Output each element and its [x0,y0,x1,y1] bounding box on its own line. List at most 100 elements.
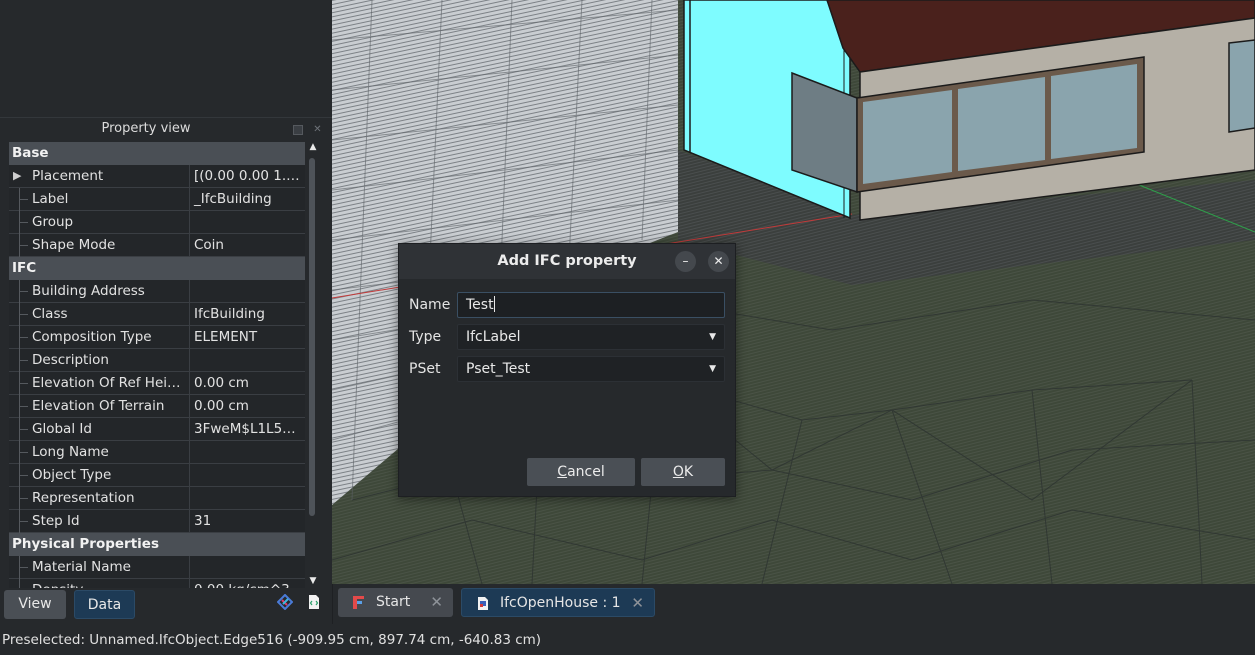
tab-view[interactable]: View [4,590,66,619]
pset-select[interactable]: Pset_Test ▼ [457,356,725,382]
property-name: Placement [32,168,104,184]
add-ifc-property-dialog: Add IFC property – ✕ Name Test Type IfcL… [398,243,736,497]
tree-branch-line [19,510,29,533]
tree-branch-line [19,395,29,418]
property-value[interactable]: 31 [189,510,305,533]
minimize-icon[interactable]: – [675,251,696,272]
property-value[interactable] [189,556,305,579]
property-group-header[interactable]: IFC [9,257,305,280]
scroll-up-arrow-icon[interactable]: ▲ [308,142,318,152]
ok-label: K [683,464,694,480]
close-tab-icon[interactable]: ✕ [430,588,443,617]
property-row[interactable]: Shape Mode Coin [9,234,305,257]
window-pane-1 [863,90,952,184]
name-input-value: Test [466,297,494,313]
property-value[interactable] [189,441,305,464]
property-row[interactable]: Composition Type ELEMENT [9,326,305,349]
property-name: Elevation Of Terrain [32,398,165,414]
property-row[interactable]: Class IfcBuilding [9,303,305,326]
ok-mnemonic: O [672,464,684,480]
property-value[interactable]: 0.00 cm [189,372,305,395]
freecad-window: Property view ✕ Base ▶ Placement [(0.00 0.0… [0,0,1255,655]
tree-branch-line [19,418,29,441]
close-icon[interactable]: ✕ [708,251,729,272]
property-value[interactable]: 3FweM$L1L5… [189,418,305,441]
property-row[interactable]: Description [9,349,305,372]
property-value[interactable]: Coin [189,234,305,257]
freecad-start-icon [353,596,364,609]
close-tab-icon[interactable]: ✕ [631,589,644,618]
cancel-button[interactable]: Cancel [527,458,635,486]
dialog-titlebar[interactable]: Add IFC property – ✕ [399,244,735,279]
scrollbar-thumb[interactable] [309,158,315,516]
tree-branch-line [19,211,29,234]
property-group-header[interactable]: Base [9,142,305,165]
window-pane-3 [1051,64,1137,159]
ok-button[interactable]: OK [641,458,725,486]
type-select[interactable]: IfcLabel ▼ [457,324,725,350]
property-row[interactable]: ▶ Placement [(0.00 0.00 1.… [9,165,305,188]
tree-branch-line [19,349,29,372]
property-value[interactable]: [(0.00 0.00 1.… [189,165,305,188]
property-name: Label [32,191,69,207]
property-row[interactable]: Elevation Of Terrain 0.00 cm [9,395,305,418]
property-group-header[interactable]: Physical Properties [9,533,305,556]
pset-label: PSet [409,361,441,377]
name-input[interactable]: Test [457,292,725,318]
property-table: Base ▶ Placement [(0.00 0.00 1.… Label _IfcBu… [9,142,305,588]
property-row[interactable]: Step Id 31 [9,510,305,533]
document-tab-bar: Start ✕ IfcOpenHouse : 1 ✕ [332,584,1255,624]
property-value[interactable]: IfcBuilding [189,303,305,326]
expand-arrow-icon[interactable]: ▶ [13,165,21,187]
property-value[interactable]: _IfcBuilding [189,188,305,211]
tree-branch-line [19,234,29,257]
property-value[interactable]: 0.00 kg/cm^3 [189,579,305,588]
tree-branch-line [19,326,29,349]
property-value[interactable] [189,211,305,234]
doc-tab-ifcopenhouse[interactable]: IfcOpenHouse : 1 ✕ [461,588,655,617]
tree-branch-line [19,464,29,487]
chevron-down-icon: ▼ [709,364,716,374]
property-row[interactable]: Label _IfcBuilding [9,188,305,211]
property-value[interactable] [189,464,305,487]
cancel-mnemonic: C [557,464,568,480]
status-bar: Preselected: Unnamed.IfcObject.Edge516 (… [0,628,1255,655]
property-row[interactable]: Density0.00 kg/cm^3 [9,579,305,588]
tree-branch-line [19,280,29,303]
scroll-down-arrow-icon[interactable]: ▼ [308,576,318,586]
chevron-down-icon: ▼ [709,332,716,342]
doc-tab-label: IfcOpenHouse : 1 [500,595,621,611]
property-view-panel: Property view ✕ Base ▶ Placement [(0.00 0.0… [0,117,332,588]
code-file-icon[interactable] [306,594,322,610]
property-name: Class [32,306,68,322]
property-value[interactable] [189,487,305,510]
property-value[interactable] [189,349,305,372]
property-name: Group [32,214,74,230]
property-name: Step Id [32,513,80,529]
property-value[interactable]: 0.00 cm [189,395,305,418]
property-name: Object Type [32,467,112,483]
property-name: Representation [32,490,135,506]
property-value[interactable] [189,280,305,303]
tree-branch-line [19,303,29,326]
pset-select-value: Pset_Test [466,361,531,377]
property-row[interactable]: Building Address [9,280,305,303]
property-value[interactable]: ELEMENT [189,326,305,349]
property-row[interactable]: Material Name [9,556,305,579]
tab-data[interactable]: Data [74,590,135,619]
tree-branch-line [19,372,29,395]
property-row[interactable]: Group [9,211,305,234]
float-panel-icon[interactable] [293,125,303,135]
property-row[interactable]: Global Id 3FweM$L1L5… [9,418,305,441]
tree-branch-line [19,579,29,588]
close-panel-icon[interactable]: ✕ [312,124,323,135]
doc-tab-start[interactable]: Start ✕ [338,588,453,617]
property-row[interactable]: Long Name [9,441,305,464]
property-row[interactable]: Elevation Of Ref Hei… 0.00 cm [9,372,305,395]
property-scrollbar[interactable]: ▲ ▼ [307,142,319,586]
property-name: Description [32,352,109,368]
cancel-label: ancel [567,464,605,480]
property-row[interactable]: Object Type [9,464,305,487]
ifc-workbench-icon[interactable] [277,594,293,610]
property-row[interactable]: Representation [9,487,305,510]
